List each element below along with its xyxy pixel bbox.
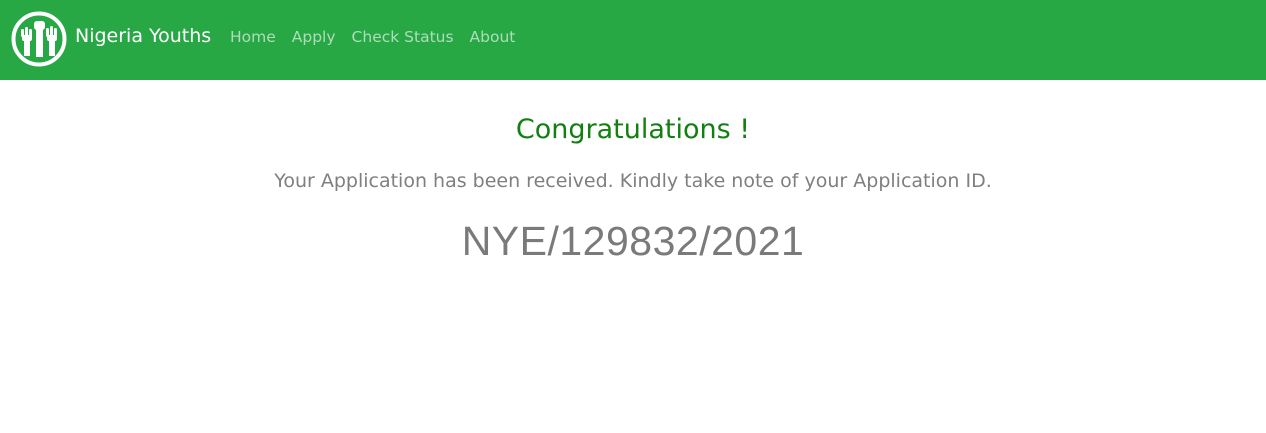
top-navbar: Nigeria Youths Home Apply Check Status A… (0, 0, 1266, 80)
page-title: Congratulations ! (515, 114, 751, 145)
brand-link[interactable]: Nigeria Youths (11, 11, 211, 67)
nav-link-home[interactable]: Home (222, 28, 284, 46)
application-id: NYE/129832/2021 (461, 218, 805, 264)
nav-link-about[interactable]: About (462, 28, 524, 46)
raised-fists-logo-icon (11, 11, 67, 67)
nav-link-apply[interactable]: Apply (284, 28, 344, 46)
nav-link-check-status[interactable]: Check Status (344, 28, 462, 46)
brand-name: Nigeria Youths (75, 25, 212, 47)
nav-links: Home Apply Check Status About (222, 28, 523, 46)
confirmation-message: Your Application has been received. Kind… (274, 170, 992, 192)
